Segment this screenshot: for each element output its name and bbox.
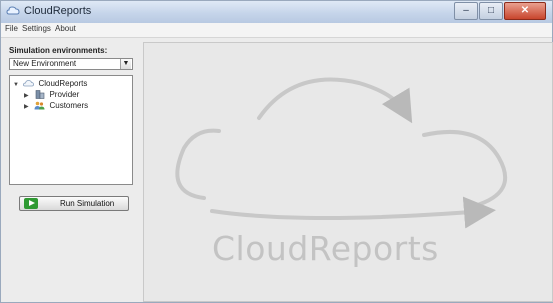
environments-heading: Simulation environments:	[9, 46, 108, 55]
run-simulation-label: Run Simulation	[60, 199, 115, 208]
maximize-button[interactable]: □	[479, 2, 503, 20]
play-icon	[24, 198, 38, 209]
environment-select-value: New Environment	[13, 59, 77, 68]
environment-select[interactable]: New Environment ▼	[9, 58, 133, 70]
menu-bar: File Settings About	[1, 23, 552, 38]
menu-settings[interactable]: Settings	[22, 24, 51, 33]
tree-item-customers[interactable]: ▶ Customers	[24, 101, 88, 110]
logo-wordmark: CloudReports	[212, 229, 439, 268]
menu-file[interactable]: File	[5, 24, 18, 33]
tree-item-label: Customers	[49, 101, 89, 110]
cloud-app-icon	[6, 6, 20, 15]
tree-item-label: CloudReports	[38, 79, 88, 88]
environment-tree: ▼ CloudReports ▶ Provider ▶ Customers	[9, 75, 133, 185]
close-button[interactable]: ✕	[504, 2, 546, 20]
run-simulation-button[interactable]: Run Simulation	[19, 196, 129, 211]
cloud-icon	[23, 80, 35, 87]
users-icon	[34, 102, 45, 110]
title-bar[interactable]: CloudReports – □ ✕	[1, 1, 552, 23]
collapse-toggle-icon[interactable]: ▼	[13, 82, 21, 88]
chevron-down-icon[interactable]: ▼	[120, 59, 131, 69]
main-panel: CloudReports	[143, 42, 553, 302]
server-icon	[35, 90, 45, 100]
app-window: CloudReports – □ ✕ File Settings About S…	[0, 0, 553, 303]
tree-item-root[interactable]: ▼ CloudReports	[13, 79, 87, 88]
expand-toggle-icon[interactable]: ▶	[24, 103, 32, 110]
expand-toggle-icon[interactable]: ▶	[24, 92, 32, 99]
tree-item-provider[interactable]: ▶ Provider	[24, 90, 80, 100]
sidebar: Simulation environments: New Environment…	[1, 38, 139, 302]
window-controls: – □ ✕	[453, 2, 546, 20]
menu-about[interactable]: About	[55, 24, 76, 33]
window-title: CloudReports	[24, 5, 92, 17]
minimize-button[interactable]: –	[454, 2, 478, 20]
tree-item-label: Provider	[49, 90, 80, 99]
